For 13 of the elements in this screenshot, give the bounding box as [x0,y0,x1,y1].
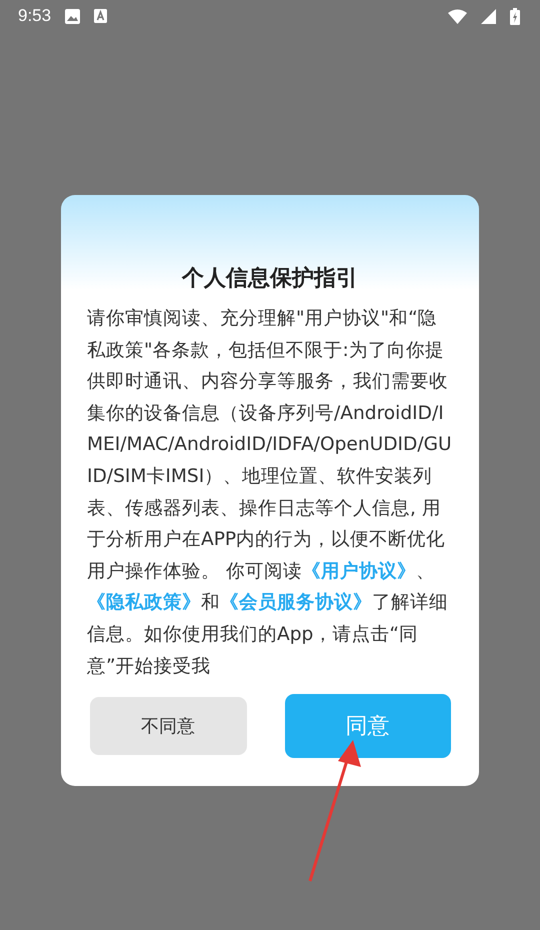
agreement-link[interactable]: 《隐私政策》 [87,592,201,614]
text-icon [94,9,108,23]
agreement-link[interactable]: 《会员服务协议》 [220,592,372,614]
disagree-button[interactable]: 不同意 [90,697,246,756]
agreement-link[interactable]: 《用户协议》 [302,560,416,582]
clock: 9:53 [18,6,52,26]
battery-icon [510,8,520,24]
agree-button[interactable]: 同意 [284,694,450,758]
image-icon [65,8,80,24]
wifi-icon [448,8,467,24]
dialog-body: 请你审慎阅读、充分理解"用户协议"和“隐私政策"各条款，包括但不限于:为了向你提供即时通讯、内容分享等服务，我们需要收集你的设备信息（设备序列号/AndroidID/IMEI/MAC/AndroidID/IDFA/OpenUDID/GUID/SIM卡IMSI）、地理位置、软件安装列表、传感器列表、操作日志等个人信息, 用于分析用户在APP内的行为，以便不断优化用户操作体验。 你可阅读《用户协议》、 《隐私政策》和《会员服务协议》了解详细信息。如你使用我们的App，请点击“同意”开始接受我 [87,307,453,679]
signal-icon [481,8,496,24]
dialog-title: 个人信息保护指引 [182,265,358,293]
